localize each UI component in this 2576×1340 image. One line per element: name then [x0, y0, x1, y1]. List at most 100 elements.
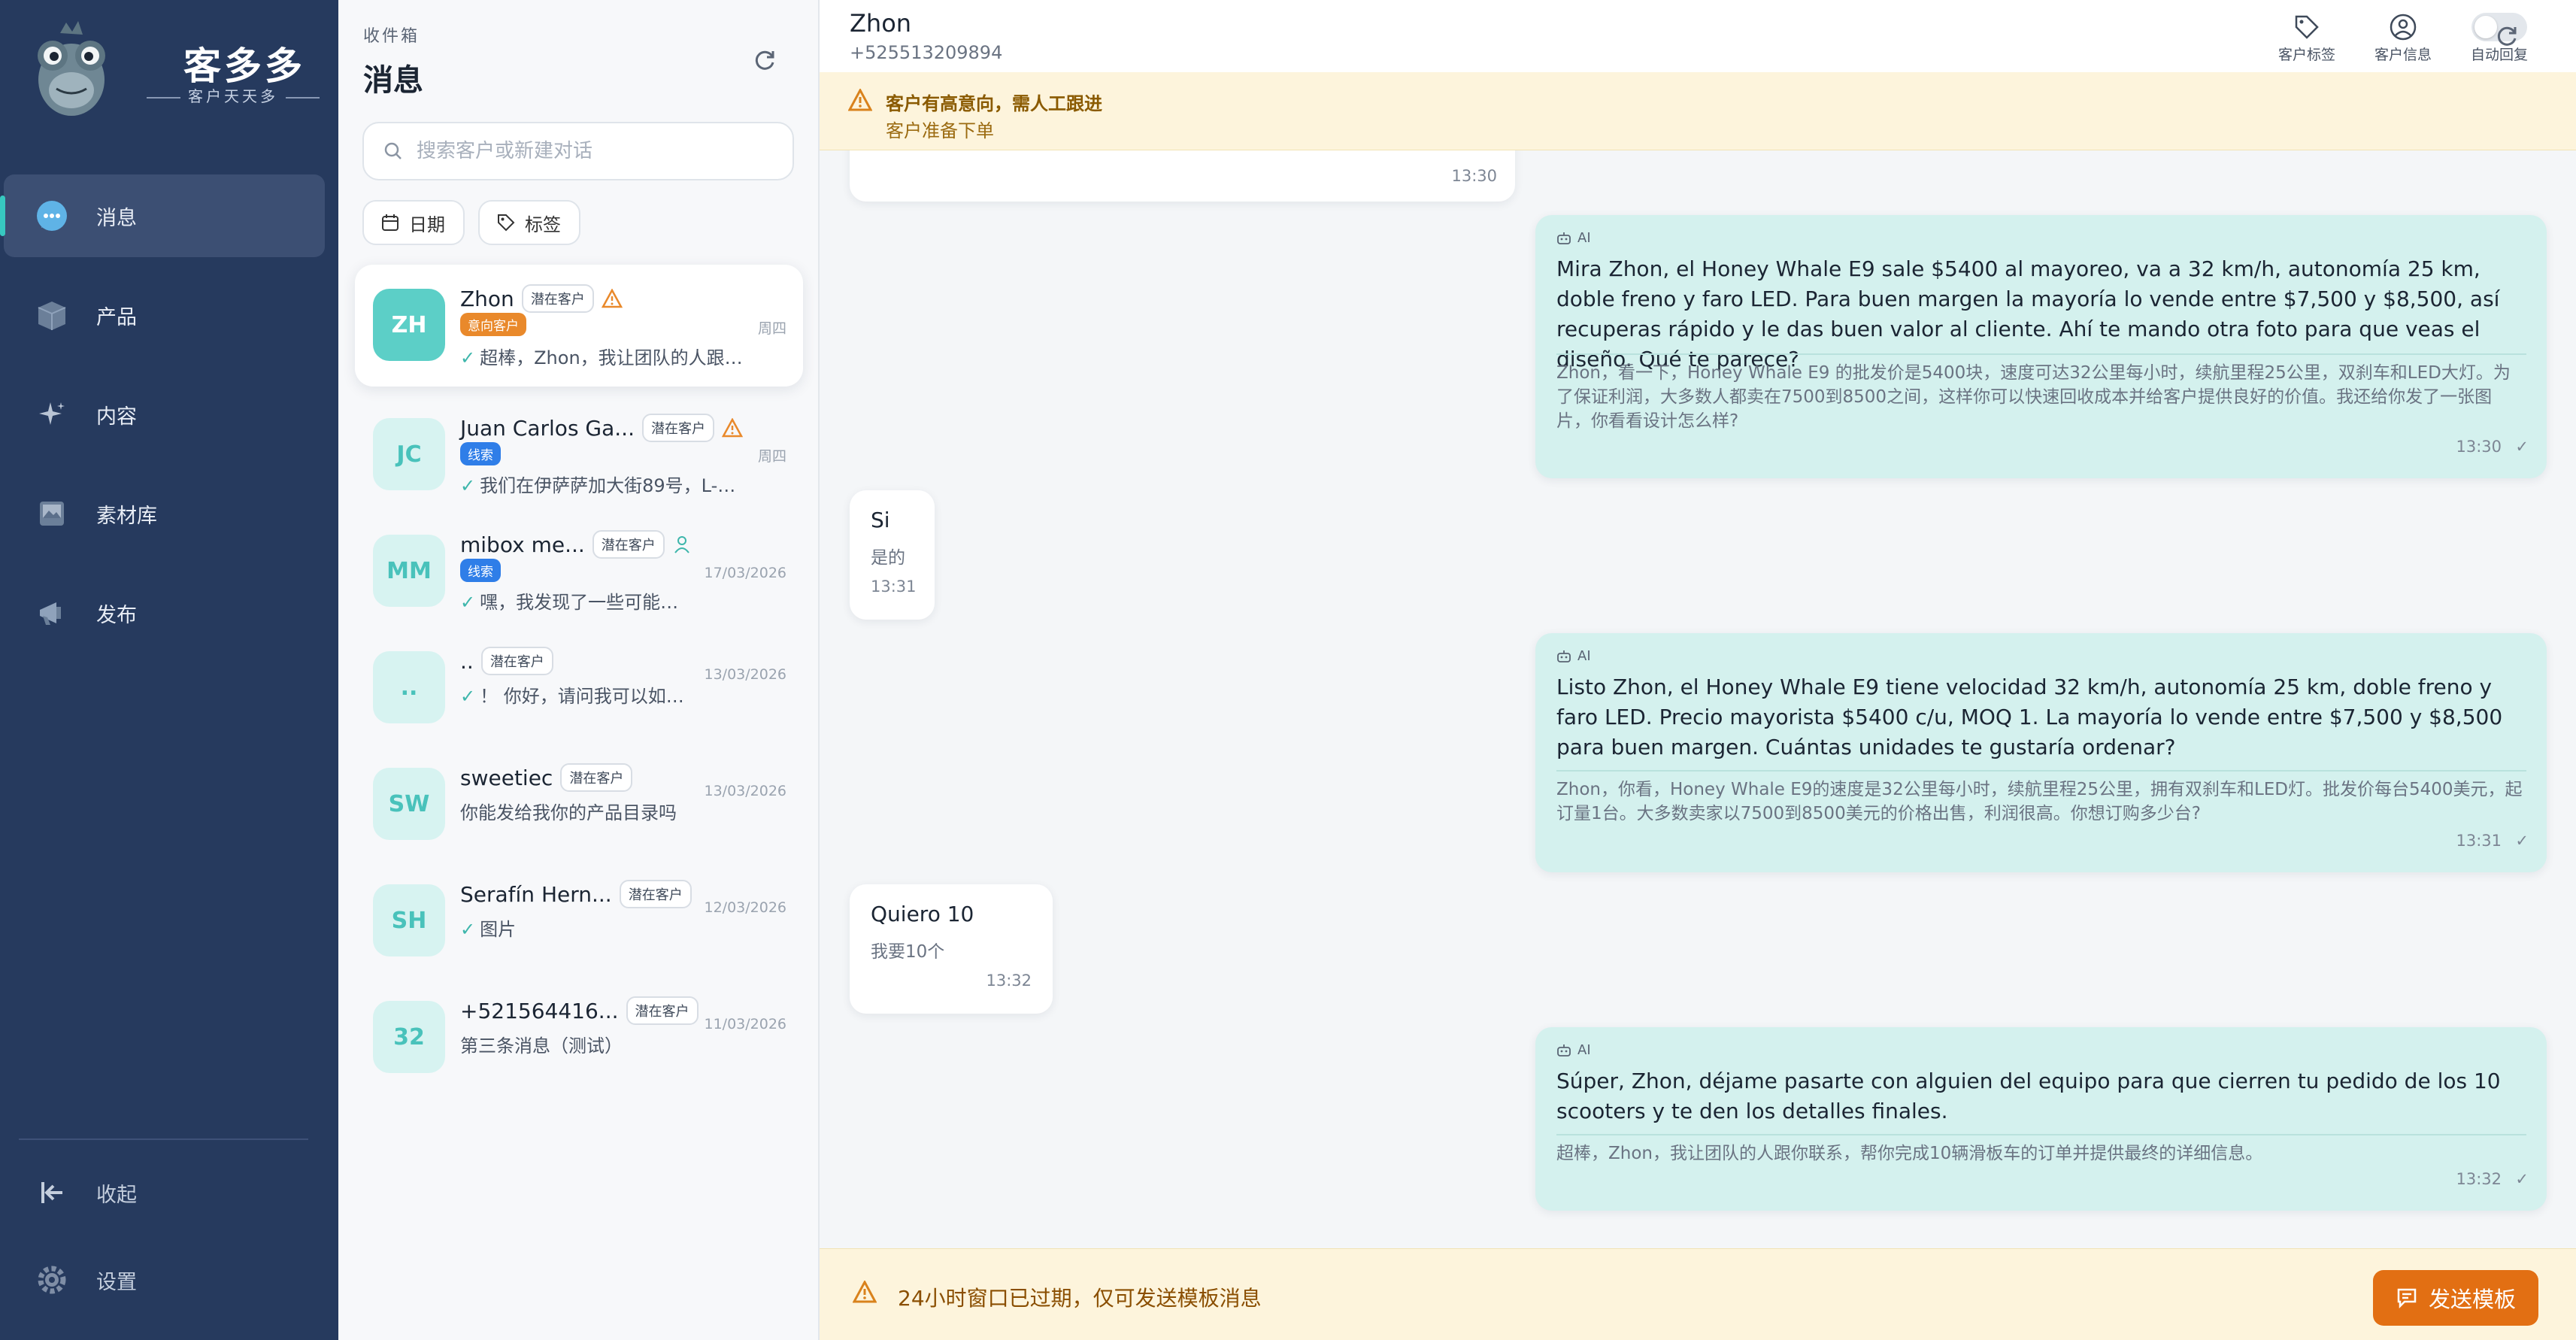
nav-label: 产品 [96, 305, 137, 329]
conversation-preview: ✓！ 你好，请问我可以如… [460, 681, 684, 708]
settings-button[interactable]: 设置 [0, 1238, 338, 1322]
collapse-label: 收起 [96, 1183, 137, 1207]
message-translation: Zhon，看一下，Honey Whale E9 的批发价是5400块，速度可达3… [1556, 353, 2526, 433]
filter-row: 日期 标签 [362, 200, 580, 245]
intent-badge: 意向客户 [460, 313, 526, 336]
inbox-panel: 收件箱 消息 日期 标签 ZH Zhon 潜在客户 意向客户 ✓超棒，Zhon，… [338, 0, 820, 1340]
sidebar-bottom: 收起 设置 [0, 1151, 338, 1325]
chat-panel: Zhon +525513209894 客户标签 客户信息 自动回复 客户有高意向… [820, 0, 2576, 1340]
message-bubble: AI Súper, Zhon, déjame pasarte con algui… [1535, 1027, 2547, 1211]
nav-item-products[interactable]: 产品 [0, 274, 338, 356]
nav-item-messages[interactable]: 消息 [0, 174, 325, 257]
conversation-item[interactable]: 32 +521564416... 潜在客户 第三条消息（测试） 11/03/20… [355, 977, 803, 1093]
message-time: 13:31 [2456, 832, 2502, 850]
lizard-logo-icon [38, 21, 105, 116]
check-icon: ✓ [460, 919, 476, 940]
ai-label: AI [1577, 230, 1591, 246]
avatar: ZH [373, 289, 445, 361]
conversation-header: Juan Carlos Ga... 潜在客户 [460, 414, 743, 442]
warning-icon [848, 89, 872, 111]
alert-title: 客户有高意向，需人工跟进 [886, 93, 1102, 114]
conversation-date: 11/03/2026 [704, 1016, 786, 1032]
customer-tag: 潜在客户 [626, 996, 699, 1025]
window-expired-text: 24小时窗口已过期，仅可发送模板消息 [898, 1286, 1262, 1311]
check-icon: ✓ [2515, 1170, 2529, 1188]
tag-filter-chip[interactable]: 标签 [478, 200, 580, 245]
customer-tag: 潜在客户 [480, 647, 553, 675]
message-text: Quiero 10 [871, 902, 974, 926]
box-icon [34, 297, 70, 333]
conversation-name: mibox me... [460, 532, 585, 557]
warning-icon [721, 418, 743, 438]
main-nav: 消息 产品 内容 素材库 发布 [0, 174, 338, 671]
customer-info-button[interactable]: 客户信息 [2362, 11, 2444, 64]
refresh-icon [2497, 26, 2517, 46]
chat-header: Zhon +525513209894 客户标签 客户信息 自动回复 [820, 0, 2576, 72]
search-input[interactable] [417, 140, 777, 162]
customer-tags-label: 客户标签 [2277, 47, 2335, 63]
message-bubble: AI Mira Zhon, el Honey Whale E9 sale $54… [1535, 215, 2547, 478]
check-icon: ✓ [2515, 832, 2529, 850]
preview-text: 图片 [480, 919, 517, 940]
customer-tag: 潜在客户 [521, 284, 594, 313]
conversation-header: Zhon 潜在客户 [460, 284, 623, 313]
nav-item-publish[interactable]: 发布 [0, 571, 338, 654]
preview-text: 你能发给我你的产品目录吗 [460, 802, 677, 823]
customer-tags-button[interactable]: 客户标签 [2265, 11, 2348, 64]
message-time: 13:32 [2456, 1170, 2502, 1188]
message-time: 13:32 [986, 972, 1032, 990]
conversation-list: ZH Zhon 潜在客户 意向客户 ✓ 超棒，Zhon，我让团队的人跟… 周四 J… [355, 265, 803, 1093]
conversation-name: +521564416... [460, 998, 619, 1023]
user-circle-icon [2390, 14, 2417, 41]
megaphone-icon [34, 595, 70, 631]
customer-tag: 潜在客户 [619, 880, 692, 908]
send-template-button[interactable]: 发送模板 [2373, 1270, 2538, 1326]
date-filter-label: 日期 [409, 214, 445, 235]
preview-text: ！ 你好，请问我可以如… [480, 686, 684, 707]
preview-text: 第三条消息（测试） [460, 1035, 623, 1057]
avatar: SH [373, 884, 445, 956]
conversation-date: 13/03/2026 [704, 783, 786, 799]
check-icon: ✓ [460, 475, 476, 496]
conversation-item[interactable]: MM mibox me... 潜在客户 线索 ✓ 嘿，我发现了一些可能… 17/0… [355, 511, 803, 627]
chat-refresh-button[interactable] [2490, 20, 2523, 53]
check-icon: ✓ [2515, 438, 2529, 456]
conversation-preview: 你能发给我你的产品目录吗 [460, 798, 677, 824]
robot-icon [1557, 1044, 1571, 1057]
contact-name: Zhon [850, 9, 912, 38]
inbox-refresh-button[interactable] [748, 44, 781, 77]
high-intent-alert: 客户有高意向，需人工跟进 客户准备下单 [820, 72, 2576, 150]
nav-item-library[interactable]: 素材库 [0, 472, 338, 555]
conversation-name: sweetiec [460, 765, 553, 790]
conversation-header: sweetiec 潜在客户 [460, 763, 633, 792]
collapse-button[interactable]: 收起 [0, 1151, 338, 1235]
ai-label: AI [1577, 1042, 1591, 1058]
conversation-item[interactable]: SH Serafín Hern... 潜在客户 ✓ 图片 12/03/2026 [355, 860, 803, 977]
search-box [362, 122, 794, 180]
conversation-name: Juan Carlos Ga... [460, 415, 635, 441]
conversation-item[interactable]: .. .. 潜在客户 ✓！ 你好，请问我可以如… 13/03/2026 [355, 627, 803, 744]
conversation-date: 13/03/2026 [704, 666, 786, 683]
search-icon [384, 142, 402, 159]
message-list: 13:30 AI Mira Zhon, el Honey Whale E9 sa… [820, 150, 2576, 1248]
message-text: Súper, Zhon, déjame pasarte con alguien … [1556, 1069, 2501, 1123]
ai-tag: AI [1556, 1042, 1591, 1058]
conversation-header: Serafín Hern... 潜在客户 [460, 880, 692, 908]
conversation-item[interactable]: SW sweetiec 潜在客户 你能发给我你的产品目录吗 13/03/2026 [355, 744, 803, 860]
nav-item-content[interactable]: 内容 [0, 373, 338, 456]
conversation-item[interactable]: ZH Zhon 潜在客户 意向客户 ✓ 超棒，Zhon，我让团队的人跟… 周四 [355, 265, 803, 387]
message-time: 13:30 [2456, 438, 2502, 456]
conversation-date: 周四 [757, 320, 786, 337]
customer-tag: 潜在客户 [641, 414, 714, 442]
message-time: 13:30 [1451, 167, 1497, 185]
warning-icon [853, 1281, 877, 1303]
customer-info-label: 客户信息 [2374, 47, 2432, 63]
conversation-item[interactable]: JC Juan Carlos Ga... 潜在客户 线索 ✓ 我们在伊萨萨加大街8… [355, 394, 803, 511]
chat-bubble-icon [34, 198, 70, 234]
refresh-icon [755, 50, 774, 70]
ai-tag: AI [1556, 230, 1591, 246]
conversation-name: Serafín Hern... [460, 881, 612, 907]
conversation-date: 12/03/2026 [704, 899, 786, 916]
date-filter-chip[interactable]: 日期 [362, 200, 465, 245]
avatar: MM [373, 535, 445, 607]
